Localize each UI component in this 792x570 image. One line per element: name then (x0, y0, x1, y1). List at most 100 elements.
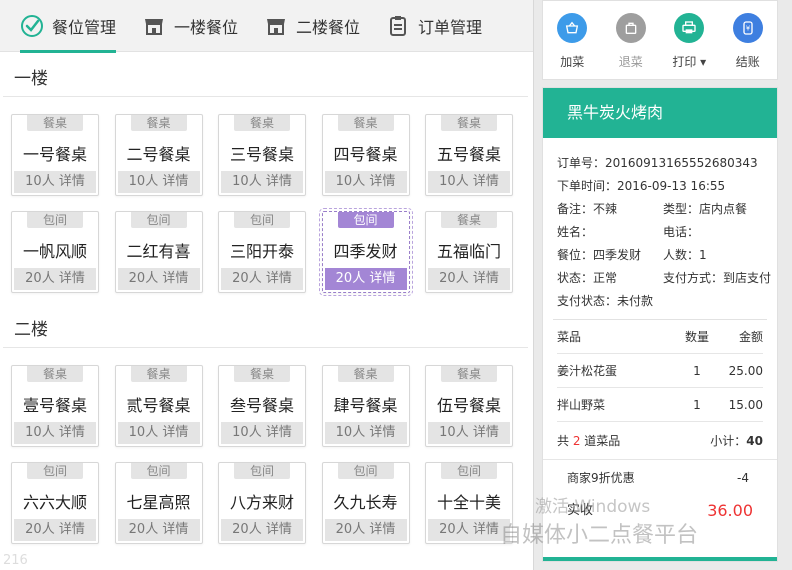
info-field: 备注：不辣 (557, 202, 618, 216)
discount-row: 商家9折优惠 -4 (567, 471, 749, 485)
table-detail-link[interactable]: 20人 详情 (117, 519, 200, 541)
dish-row: 拌山野菜 1 15.00 (557, 388, 763, 422)
clipboard-icon (386, 14, 410, 38)
table-detail-link[interactable]: 10人 详情 (221, 422, 303, 444)
table-card[interactable]: 包间 久九长寿 20人 详情 (321, 462, 410, 544)
table-type-badge: 餐桌 (441, 366, 497, 382)
table-panel: 餐位管理 一楼餐位 二楼餐位 订单管理 一楼 餐桌 一号餐桌 10人 详情 餐桌 二号餐桌 10人… (0, 0, 533, 570)
table-type-badge: 餐桌 (234, 115, 290, 131)
table-name: 八方来财 (229, 493, 294, 512)
table-card[interactable]: 包间六六大顺 20人 详情 (11, 462, 99, 544)
info-row: 姓名： 电话： (557, 221, 777, 244)
table-card[interactable]: 餐桌 肆号餐桌 10人 详情 (321, 365, 410, 447)
table-detail-link[interactable]: 10人 详情 (324, 171, 407, 193)
table-type-badge: 包间 (441, 463, 497, 479)
table-detail-link[interactable]: 10人 详情 (428, 171, 510, 193)
table-detail-link[interactable]: 10人 详情 (324, 422, 407, 444)
corner-label: 216 (3, 553, 28, 568)
order-time: 下单时间：2016-09-13 16:55 (557, 179, 726, 193)
table-card[interactable]: 包间 二红有喜 20人 详情 (114, 211, 203, 293)
action-button-1[interactable]: 退菜 (608, 13, 654, 79)
info-field: 电话： (663, 225, 700, 239)
dish-row: 姜汁松花蛋 1 25.00 (557, 354, 763, 388)
table-name: 壹号餐桌 (22, 396, 87, 415)
subtotal: 小计：40 (710, 434, 763, 448)
tab-label: 一楼餐位 (174, 17, 239, 37)
summary-row: 共 2 道菜品 小计：40 (543, 422, 777, 460)
table-type-badge: 包间 (337, 212, 394, 228)
action-button-3[interactable]: ¥ 结账 (725, 13, 771, 79)
table-card[interactable]: 包间 四季发财 20人 详情 (318, 208, 413, 296)
order-number: 订单号：20160913165552680343 (557, 156, 758, 170)
table-name: 四号餐桌 (333, 145, 398, 164)
table-card[interactable]: 餐桌 贰号餐桌 10人 详情 (114, 365, 203, 447)
table-detail-link[interactable]: 20人 详情 (14, 268, 96, 290)
tab-0[interactable]: 餐位管理 (20, 0, 117, 53)
table-card[interactable]: 餐桌 一号餐桌 10人 详情 (11, 114, 99, 196)
table-detail-link[interactable]: 20人 详情 (428, 519, 510, 541)
svg-text:¥: ¥ (746, 25, 750, 33)
table-card[interactable]: 餐桌 五号餐桌 10人 详情 (425, 114, 513, 196)
table-detail-link[interactable]: 10人 详情 (14, 422, 96, 444)
table-detail-link[interactable]: 10人 详情 (14, 171, 96, 193)
table-detail-link[interactable]: 20人 详情 (221, 519, 303, 541)
table-name: 一号餐桌 (22, 145, 87, 164)
info-field: 姓名： (557, 225, 594, 239)
table-name: 伍号餐桌 (436, 396, 501, 415)
table-grid: 餐桌 壹号餐桌 10人 详情 餐桌 贰号餐桌 10人 详情 餐桌 叁号餐桌 10人 详情 餐桌 肆号… (0, 348, 533, 544)
table-detail-link[interactable]: 20人 详情 (221, 268, 303, 290)
tab-label: 餐位管理 (52, 17, 117, 37)
table-detail-link[interactable]: 20人 详情 (324, 519, 407, 541)
action-label: 加菜 (560, 55, 585, 69)
dish-table-header: 菜品 数量 金额 (557, 320, 763, 354)
table-card[interactable]: 包间 八方来财 20人 详情 (218, 462, 306, 544)
table-setting-icon (20, 14, 44, 38)
info-field: 餐位：四季发财 (557, 248, 642, 262)
table-card[interactable]: 包间七星高照 20人 详情 (114, 462, 203, 544)
floor-title: 一楼 (14, 69, 48, 89)
table-name: 七星高照 (126, 493, 191, 512)
order-detail: 黑牛炭火烤肉 订单号：20160913165552680343 下单时间：201… (542, 87, 778, 562)
storefront-icon (142, 14, 166, 38)
table-card[interactable]: 餐桌伍号餐桌 10人 详情 (425, 365, 513, 447)
table-card[interactable]: 包间 三阳开泰 20人 详情 (218, 211, 306, 293)
pay-status: 支付状态：未付款 (557, 294, 654, 308)
table-type-badge: 包间 (130, 463, 187, 479)
table-detail-link[interactable]: 20人 详情 (14, 519, 96, 541)
table-type-badge: 包间 (27, 463, 83, 479)
table-detail-link[interactable]: 20人 详情 (428, 268, 510, 290)
dish-name: 姜汁松花蛋 (557, 364, 618, 378)
table-card[interactable]: 餐桌 五福临门 20人 详情 (425, 211, 513, 293)
table-detail-link[interactable]: 10人 详情 (221, 171, 303, 193)
tab-2[interactable]: 二楼餐位 (264, 0, 360, 52)
table-card[interactable]: 餐桌 壹号餐桌 10人 详情 (11, 365, 99, 447)
table-card[interactable]: 餐桌 叁号餐桌 10人 详情 (218, 365, 306, 447)
table-detail-link[interactable]: 10人 详情 (117, 171, 200, 193)
table-detail-link[interactable]: 20人 详情 (117, 268, 200, 290)
table-card[interactable]: 包间 一帆风顺 20人 详情 (11, 211, 99, 293)
table-type-badge: 餐桌 (234, 366, 290, 382)
paid-amount: 36.00 (707, 501, 753, 520)
info-row: 备注：不辣 类型：店内点餐 (557, 198, 777, 221)
tab-3[interactable]: 订单管理 (386, 0, 482, 52)
info-field: 支付方式：到店支付 (663, 271, 772, 285)
action-label: 结账 (735, 55, 760, 69)
table-detail-link[interactable]: 20人 详情 (324, 268, 407, 290)
info-field: 状态：正常 (557, 271, 618, 285)
table-detail-link[interactable]: 10人 详情 (428, 422, 510, 444)
table-grid: 餐桌 一号餐桌 10人 详情 餐桌 二号餐桌 10人 详情 餐桌 三号餐桌 10人 详情 餐桌 四号… (0, 97, 533, 303)
floor-list: 一楼 餐桌 一号餐桌 10人 详情 餐桌 二号餐桌 10人 详情 餐桌 三号餐桌 10人 详情 餐桌… (0, 52, 533, 544)
table-card[interactable]: 餐桌 三号餐桌 10人 详情 (218, 114, 306, 196)
cash-icon: ¥ (732, 13, 763, 43)
table-detail-link[interactable]: 10人 详情 (117, 422, 200, 444)
table-name: 六六大顺 (22, 493, 87, 512)
dish-table: 菜品 数量 金额 姜汁松花蛋 1 25.00 拌山野菜 1 15.00 (543, 320, 777, 422)
tab-1[interactable]: 一楼餐位 (142, 0, 238, 52)
action-button-2[interactable]: 打印 ▾ (666, 13, 712, 79)
info-row: 状态：正常 支付方式：到店支付 (557, 267, 777, 290)
action-button-0[interactable]: 加菜 (549, 13, 595, 79)
top-tab-bar: 餐位管理 一楼餐位 二楼餐位 订单管理 (0, 0, 533, 53)
table-card[interactable]: 餐桌 二号餐桌 10人 详情 (114, 114, 203, 196)
table-card[interactable]: 餐桌 四号餐桌 10人 详情 (321, 114, 410, 196)
app-window: 餐位管理 一楼餐位 二楼餐位 订单管理 一楼 餐桌 一号餐桌 10人 详情 餐桌 二号餐桌 10人… (0, 0, 792, 570)
